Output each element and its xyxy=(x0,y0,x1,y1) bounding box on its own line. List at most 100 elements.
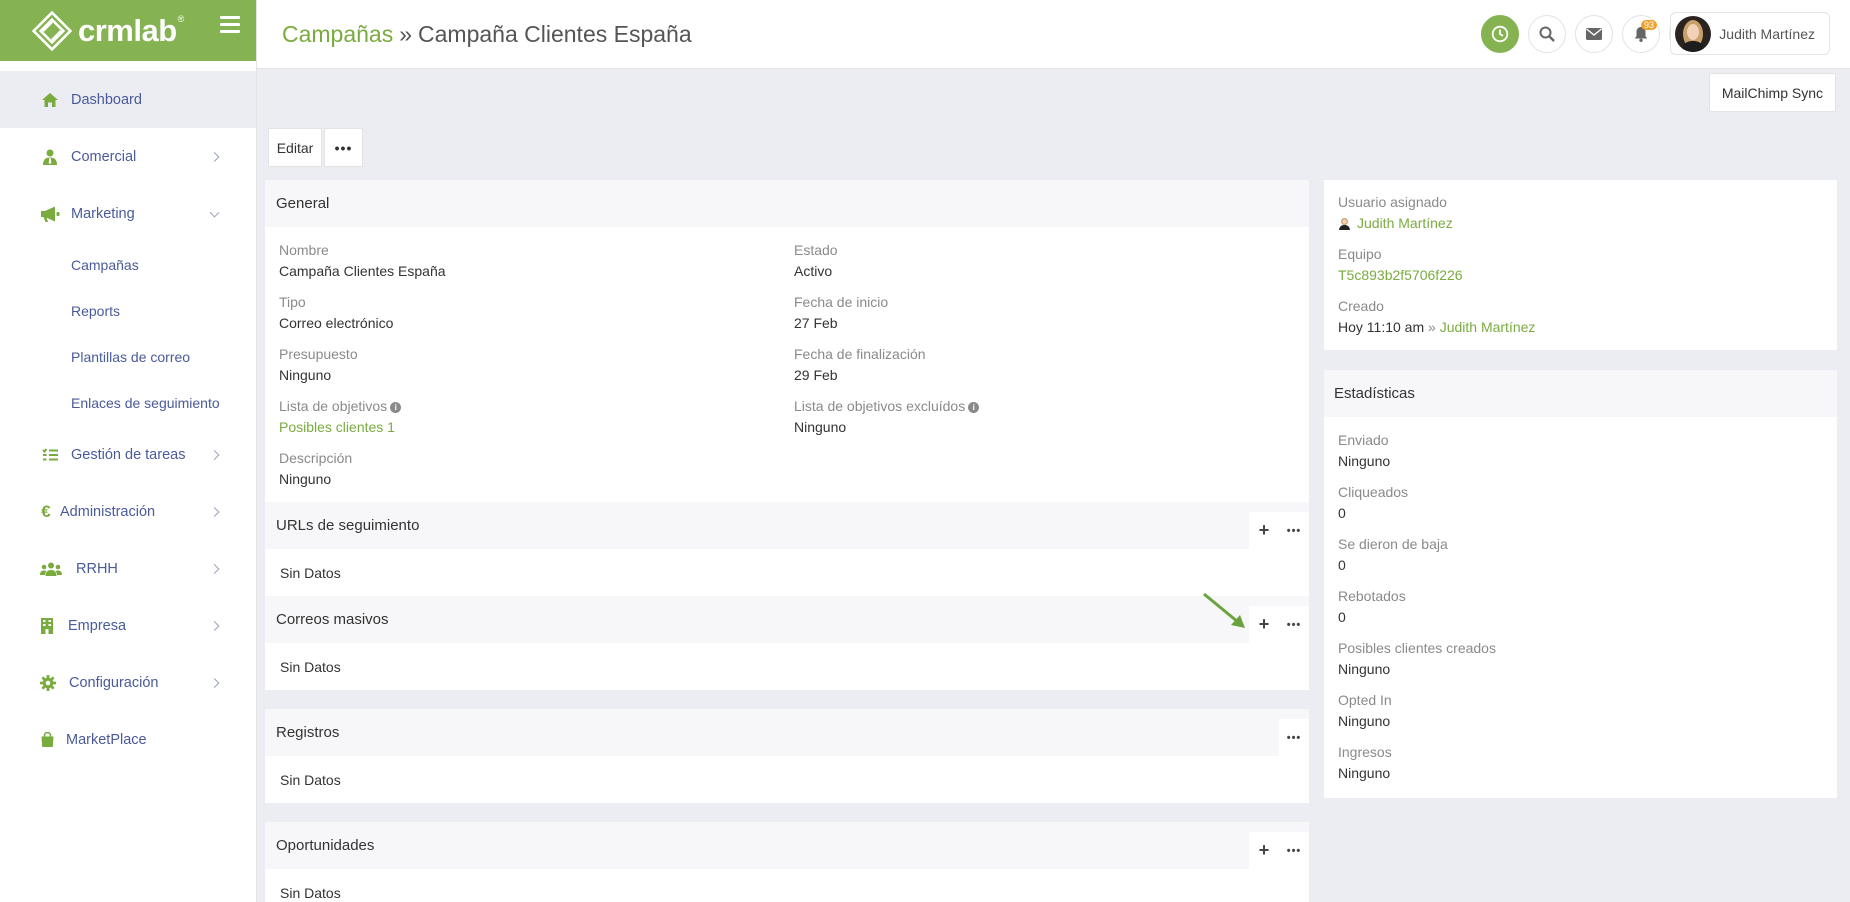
info-icon[interactable]: i xyxy=(390,402,402,413)
created-by-link[interactable]: Judith Martínez xyxy=(1440,319,1536,335)
search-button[interactable] xyxy=(1528,15,1566,53)
stat-opted-in: Opted In Ninguno xyxy=(1338,692,1392,729)
stat-label: Enviado xyxy=(1338,432,1389,448)
panel-title: URLs de seguimiento xyxy=(276,517,420,534)
field-equipo: Equipo T5c893b2f5706f226 xyxy=(1338,246,1463,283)
team-link[interactable]: T5c893b2f5706f226 xyxy=(1338,267,1463,283)
field-label: Nombre xyxy=(279,242,329,258)
chevron-right-icon xyxy=(209,151,220,162)
stat-posibles-clientes: Posibles clientes creados Ninguno xyxy=(1338,640,1496,677)
clock-button[interactable] xyxy=(1481,15,1519,53)
stat-value: Ninguno xyxy=(1338,661,1391,677)
sidebar-item-administracion[interactable]: € Administración xyxy=(0,483,256,540)
chevron-right-icon xyxy=(209,677,220,688)
sidebar-subitem-plantillas[interactable]: Plantillas de correo xyxy=(0,334,256,380)
sidebar-item-comercial[interactable]: Comercial xyxy=(0,128,256,185)
sidebar-subitem-campanas[interactable]: Campañas xyxy=(0,242,256,288)
records-header: Registros ••• xyxy=(265,709,1309,756)
field-fecha-finalizacion: Fecha de finalización 29 Feb xyxy=(794,346,926,383)
edit-button[interactable]: Editar xyxy=(268,128,322,167)
envelope-icon xyxy=(1586,28,1602,40)
user-name: Judith Martínez xyxy=(1719,25,1815,42)
field-label: Creado xyxy=(1338,298,1384,314)
sidebar-item-marketplace[interactable]: MarketPlace xyxy=(0,711,256,768)
field-value: Campaña Clientes España xyxy=(279,263,446,279)
target-list-link[interactable]: Posibles clientes 1 xyxy=(279,419,401,435)
panel-title: Registros xyxy=(276,724,340,741)
menu-toggle-icon[interactable] xyxy=(220,16,240,34)
field-fecha-inicio: Fecha de inicio 27 Feb xyxy=(794,294,888,331)
records-menu-button[interactable]: ••• xyxy=(1279,719,1309,756)
sidebar-nav: Dashboard Comercial Marketing Campañas R… xyxy=(0,61,256,768)
sidebar-item-label: MarketPlace xyxy=(66,731,147,748)
stat-cliqueados: Cliqueados 0 xyxy=(1338,484,1408,521)
megaphone-icon xyxy=(40,205,60,223)
general-panel: General Nombre Campaña Clientes España E… xyxy=(265,180,1309,502)
chevron-down-icon xyxy=(209,207,220,218)
panel-title: Correos masivos xyxy=(276,611,389,628)
email-button[interactable] xyxy=(1575,15,1613,53)
field-lista-objetivos: Lista de objetivos i Posibles clientes 1 xyxy=(279,398,402,435)
gear-icon xyxy=(40,674,56,692)
assignment-panel: Usuario asignado Judith Martínez Equipo … xyxy=(1324,180,1837,350)
info-icon[interactable]: i xyxy=(968,402,980,413)
stat-enviado: Enviado Ninguno xyxy=(1338,432,1390,469)
stat-bajas: Se dieron de baja 0 xyxy=(1338,536,1448,573)
field-label: Lista de objetivos xyxy=(279,398,388,414)
tasks-icon xyxy=(40,446,60,464)
stat-label: Opted In xyxy=(1338,692,1392,708)
user-menu-button[interactable]: Judith Martínez xyxy=(1670,12,1830,55)
field-label: Descripción xyxy=(279,450,353,466)
add-tracking-url-button[interactable]: + xyxy=(1249,512,1279,549)
field-usuario-asignado: Usuario asignado Judith Martínez xyxy=(1338,194,1453,231)
opportunities-menu-button[interactable]: ••• xyxy=(1279,832,1309,869)
field-value: Correo electrónico xyxy=(279,315,394,331)
empty-state: Sin Datos xyxy=(280,771,341,788)
sidebar-item-label: Marketing xyxy=(71,205,135,222)
add-mass-email-button[interactable]: + xyxy=(1249,606,1279,643)
mailchimp-sync-button[interactable]: MailChimp Sync xyxy=(1708,73,1836,112)
field-label: Presupuesto xyxy=(279,346,358,362)
sidebar-item-dashboard[interactable]: Dashboard xyxy=(0,71,256,128)
statistics-panel: Estadísticas Enviado Ninguno Cliqueados … xyxy=(1324,370,1837,798)
sidebar-item-tareas[interactable]: Gestión de tareas xyxy=(0,426,256,483)
panel-tools: + ••• xyxy=(1249,606,1309,643)
sidebar-subitem-enlaces[interactable]: Enlaces de seguimiento xyxy=(0,380,256,426)
sidebar-item-rrhh[interactable]: RRHH xyxy=(0,540,256,597)
building-icon xyxy=(40,617,54,635)
field-label: Fecha de finalización xyxy=(794,346,926,362)
page-title: Campañas» Campaña Clientes España xyxy=(282,21,692,48)
sidebar-item-label: Dashboard xyxy=(71,91,142,108)
stat-value: 0 xyxy=(1338,505,1346,521)
sidebar-item-marketing[interactable]: Marketing xyxy=(0,185,256,242)
sidebar-item-label: Comercial xyxy=(71,148,137,165)
chevron-right-icon xyxy=(209,506,220,517)
mass-emails-menu-button[interactable]: ••• xyxy=(1279,606,1309,643)
field-value: 27 Feb xyxy=(794,315,838,331)
created-time: Hoy 11:10 am xyxy=(1338,319,1425,335)
sidebar-item-configuracion[interactable]: Configuración xyxy=(0,654,256,711)
field-label: Lista de objetivos excluídos xyxy=(794,398,966,414)
general-panel-header: General xyxy=(265,180,1309,227)
opportunities-panel: Oportunidades + ••• Sin Datos xyxy=(265,822,1309,902)
more-actions-button[interactable]: ••• xyxy=(324,128,363,167)
pointer-arrow-icon xyxy=(1203,592,1245,628)
sidebar-item-empresa[interactable]: Empresa xyxy=(0,597,256,654)
users-icon xyxy=(40,560,62,578)
chevron-right-icon xyxy=(209,563,220,574)
empty-state: Sin Datos xyxy=(280,658,341,675)
stat-rebotados: Rebotados 0 xyxy=(1338,588,1406,625)
assigned-user-link[interactable]: Judith Martínez xyxy=(1357,215,1453,231)
tracking-urls-menu-button[interactable]: ••• xyxy=(1279,512,1309,549)
notifications-button[interactable]: 93 xyxy=(1622,15,1660,53)
empty-state: Sin Datos xyxy=(280,564,341,581)
sidebar-subitem-reports[interactable]: Reports xyxy=(0,288,256,334)
breadcrumb-campanas[interactable]: Campañas xyxy=(282,21,393,47)
panel-tools: ••• xyxy=(1279,719,1309,756)
sidebar-item-label: Administración xyxy=(60,503,156,520)
user-tie-icon xyxy=(40,148,60,166)
opportunities-header: Oportunidades + ••• xyxy=(265,822,1309,869)
crmlab-logo-icon xyxy=(31,10,73,51)
field-label: Fecha de inicio xyxy=(794,294,889,310)
add-opportunity-button[interactable]: + xyxy=(1249,832,1279,869)
